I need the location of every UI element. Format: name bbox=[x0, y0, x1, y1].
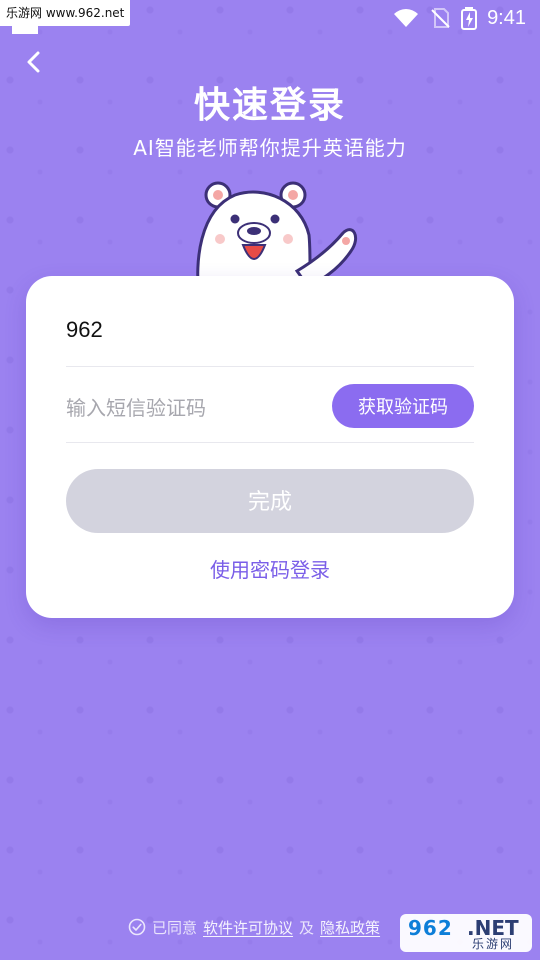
get-code-button[interactable]: 获取验证码 bbox=[332, 384, 474, 428]
agreement-row: 已同意 软件许可协议 及 隐私政策 bbox=[128, 915, 380, 939]
phone-number-input[interactable]: 962 bbox=[66, 310, 474, 350]
password-login-link[interactable]: 使用密码登录 bbox=[26, 555, 514, 585]
status-bar: 乐游网 www.962.net 9:41 bbox=[0, 0, 540, 36]
back-arrow-icon bbox=[27, 51, 40, 73]
sms-code-input[interactable] bbox=[66, 388, 316, 428]
complete-button[interactable]: 完成 bbox=[66, 469, 474, 533]
top-watermark: 乐游网 www.962.net bbox=[0, 0, 131, 34]
back-button[interactable] bbox=[20, 48, 48, 76]
software-license-link[interactable]: 软件许可协议 bbox=[203, 917, 293, 938]
phone-divider bbox=[66, 366, 474, 367]
wifi-icon bbox=[394, 9, 419, 27]
page-title: 快速登录 bbox=[193, 85, 346, 126]
agreement-prefix: 已同意 bbox=[152, 918, 198, 937]
login-card: 962 获取验证码 完成 使用密码登录 bbox=[26, 276, 514, 618]
battery-icon bbox=[461, 7, 478, 30]
watermark-logo: 962 bbox=[408, 916, 453, 940]
bottom-watermark: 962 .NET 乐游网 bbox=[400, 914, 532, 952]
code-divider bbox=[66, 442, 474, 443]
top-watermark-text: 乐游网 www.962.net bbox=[6, 6, 125, 20]
page-subtitle: AI智能老师帮你提升英语能力 bbox=[133, 136, 407, 160]
privacy-policy-link[interactable]: 隐私政策 bbox=[320, 917, 380, 938]
top-watermark-tab bbox=[12, 24, 38, 34]
agreement-and: 及 bbox=[299, 918, 315, 937]
watermark-site-name: 乐游网 bbox=[472, 937, 515, 951]
status-icons: 9:41 bbox=[393, 6, 526, 30]
no-sim-icon bbox=[431, 8, 450, 28]
check-circle-icon[interactable] bbox=[128, 918, 146, 936]
status-time: 9:41 bbox=[487, 7, 526, 29]
